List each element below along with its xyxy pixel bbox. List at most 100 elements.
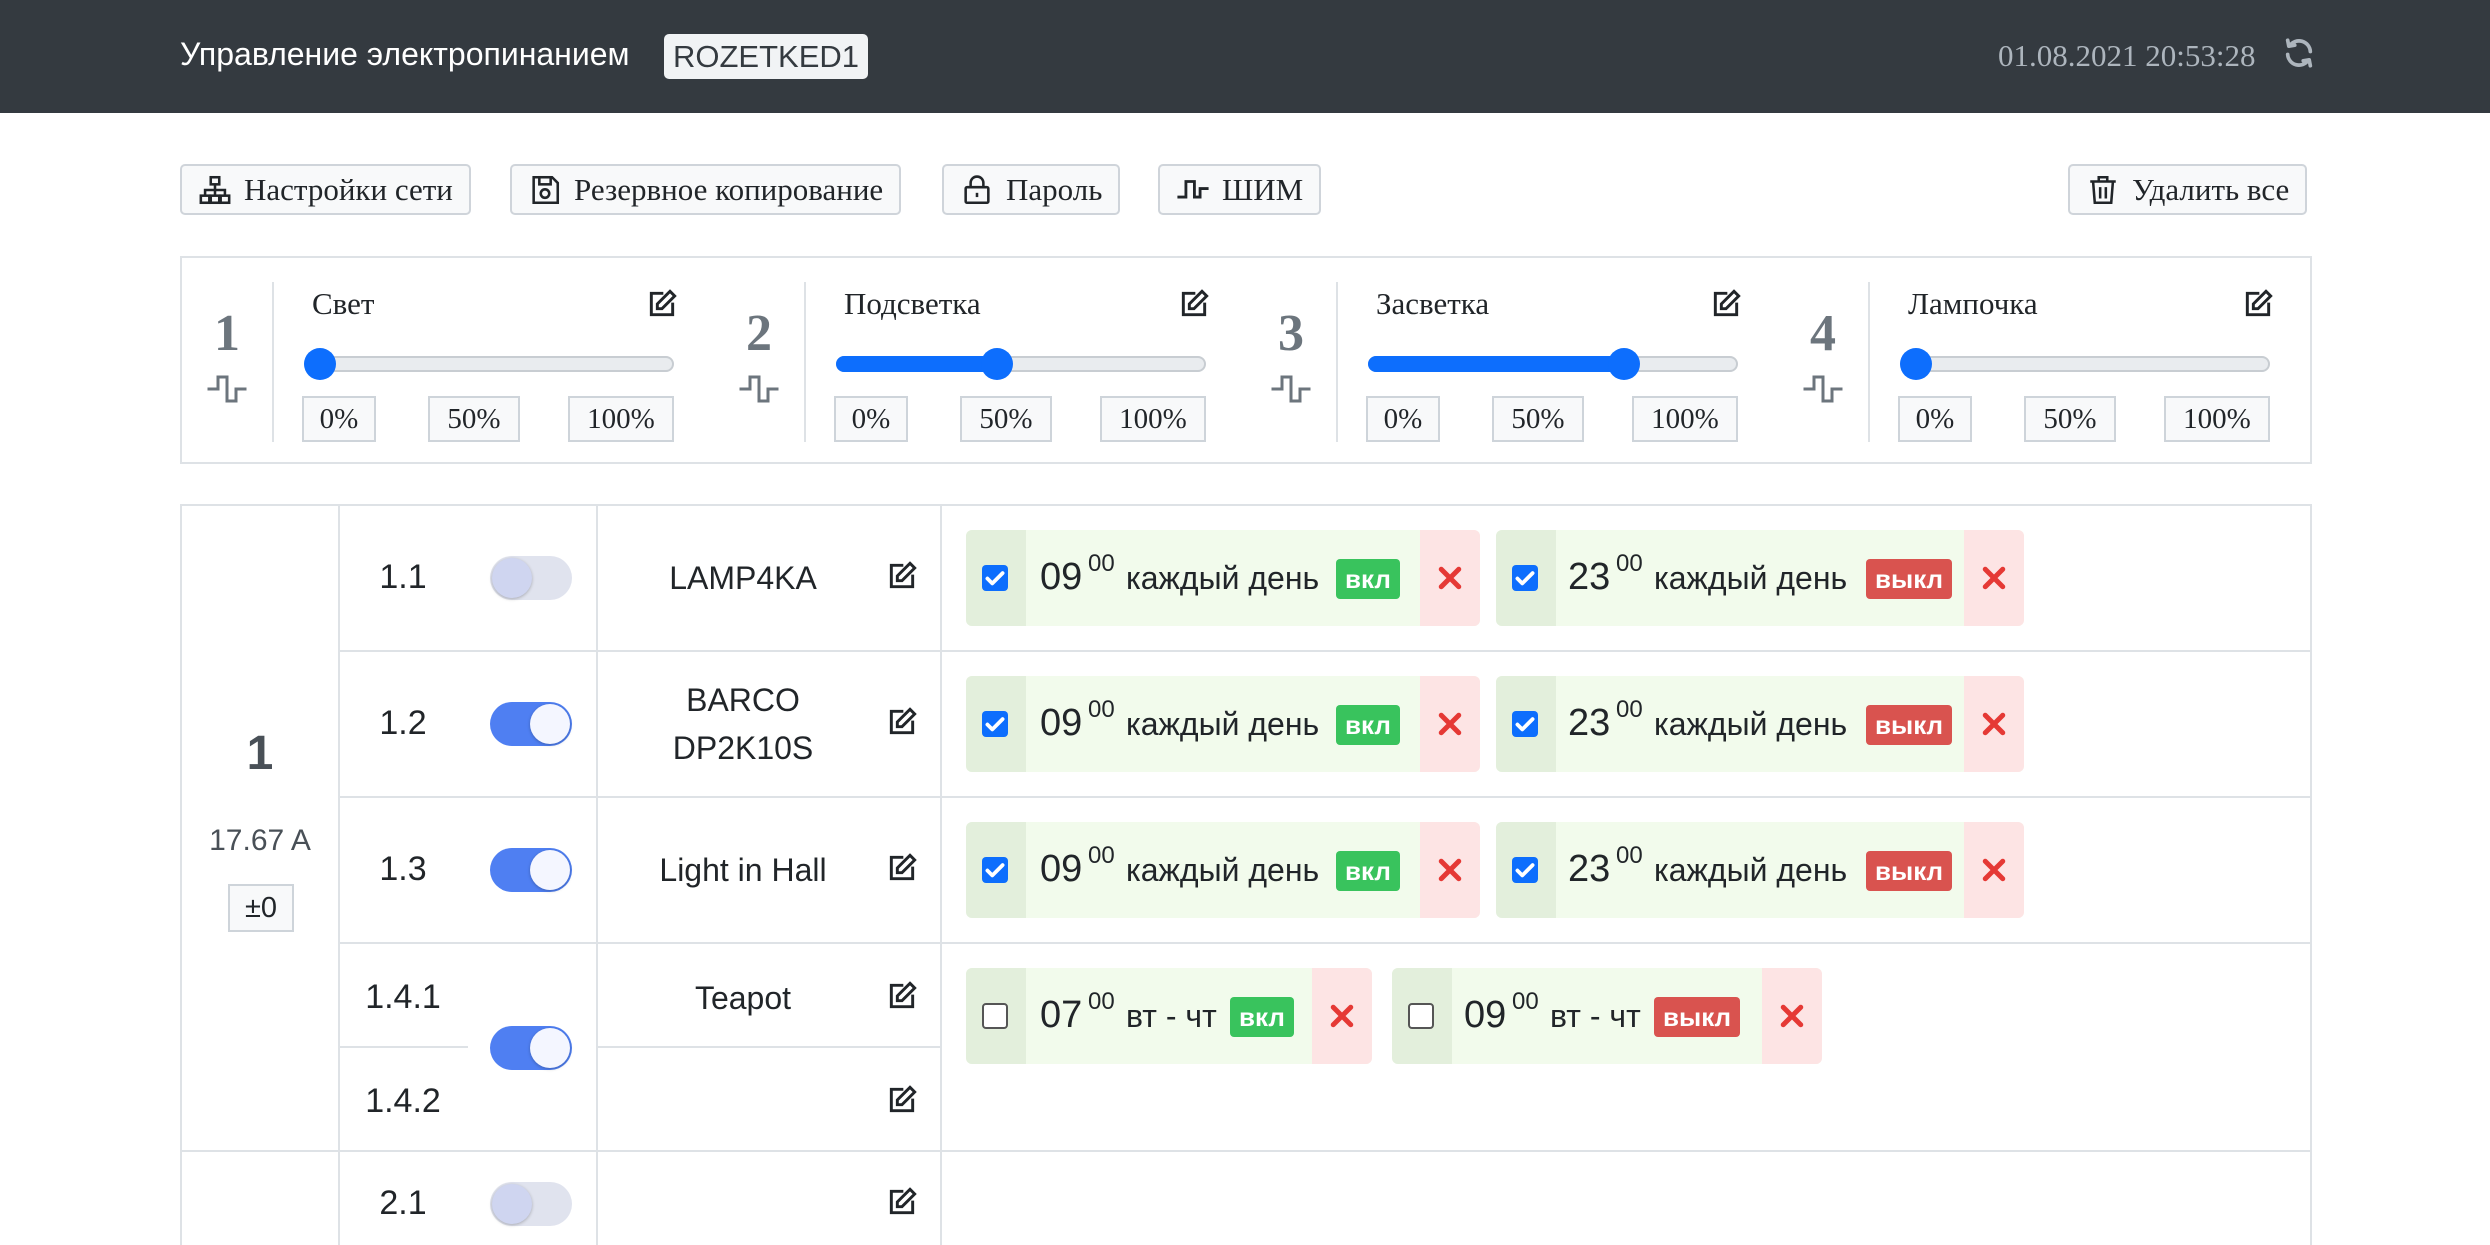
close-icon [1438, 858, 1462, 882]
preset-50-button[interactable]: 50% [1492, 396, 1584, 442]
schedule-enabled-checkbox[interactable] [982, 565, 1008, 591]
schedule-enabled-checkbox[interactable] [1512, 857, 1538, 883]
schedule-action-badge: выкл [1866, 705, 1953, 745]
schedule-enabled-checkbox[interactable] [982, 857, 1008, 883]
schedule-action-badge: вкл [1336, 705, 1400, 745]
edit-icon[interactable] [886, 1084, 918, 1116]
schedule-chip: 09 00 вт - чт выкл [1392, 968, 1822, 1064]
delete-schedule-button[interactable] [1964, 530, 2024, 626]
preset-50-button[interactable]: 50% [960, 396, 1052, 442]
pwm-channel: 2 Подсветка 0% 50% 100% [714, 258, 1247, 462]
slider-thumb[interactable] [304, 348, 336, 380]
pwm-button[interactable]: ШИМ [1158, 164, 1322, 215]
checkbox-cell [966, 822, 1026, 918]
row-divider [596, 1046, 940, 1048]
pwm-slider[interactable] [836, 344, 1206, 384]
preset-0-button[interactable]: 0% [302, 396, 376, 442]
checkbox-cell [966, 968, 1026, 1064]
pwm-slider[interactable] [1900, 344, 2270, 384]
preset-100-button[interactable]: 100% [1632, 396, 1738, 442]
preset-0-button[interactable]: 0% [834, 396, 908, 442]
edit-icon[interactable] [886, 980, 918, 1012]
outlet-id: 1.4.2 [365, 1082, 441, 1120]
pwm-slider[interactable] [1368, 344, 1738, 384]
edit-icon[interactable] [2242, 288, 2274, 320]
network-settings-button[interactable]: Настройки сети [180, 164, 471, 215]
pwm-wave-icon [1177, 179, 1209, 198]
device-name-badge: ROZETKED1 [664, 34, 869, 79]
password-button[interactable]: Пароль [942, 164, 1121, 215]
backup-button[interactable]: Резервное копирование [510, 164, 902, 215]
edit-icon[interactable] [886, 560, 918, 592]
schedule-enabled-checkbox[interactable] [982, 1003, 1008, 1029]
row-divider [338, 796, 2310, 798]
current-adjust-button[interactable]: ±0 [228, 884, 294, 932]
slider-track [304, 356, 674, 372]
edit-icon[interactable] [886, 706, 918, 738]
pwm-channel-number: 1 [214, 305, 240, 362]
edit-icon[interactable] [646, 288, 678, 320]
slider-thumb[interactable] [1607, 348, 1640, 380]
schedule-enabled-checkbox[interactable] [982, 711, 1008, 737]
schedule-enabled-checkbox[interactable] [1512, 565, 1538, 591]
slider-thumb[interactable] [1900, 348, 1932, 380]
close-icon [1780, 1004, 1804, 1028]
outlet-power-toggle[interactable] [490, 1182, 572, 1226]
slider-fill [1368, 356, 1624, 372]
schedule-repeat: каждый день [1126, 706, 1320, 742]
delete-schedule-button[interactable] [1762, 968, 1822, 1064]
schedule-minute: 00 [1616, 842, 1643, 869]
outlet-id: 1.3 [379, 850, 427, 888]
preset-50-button[interactable]: 50% [428, 396, 520, 442]
pwm-channel-label: Засветка [1376, 286, 1490, 321]
schedule-hour: 09 [1040, 556, 1083, 598]
delete-all-label: Удалить все [2132, 171, 2290, 207]
checkbox-cell [966, 676, 1026, 772]
check-icon [1515, 863, 1535, 878]
preset-50-button[interactable]: 50% [2024, 396, 2116, 442]
refresh-icon[interactable] [2282, 36, 2316, 70]
edit-icon[interactable] [1710, 288, 1742, 320]
edit-icon[interactable] [886, 1186, 918, 1218]
schedule-hour: 09 [1040, 848, 1083, 890]
schedule-action-badge: вкл [1336, 851, 1400, 891]
delete-schedule-button[interactable] [1964, 676, 2024, 772]
edit-icon[interactable] [1178, 288, 1210, 320]
pwm-channel: 3 Засветка 0% 50% 100% [1246, 258, 1779, 462]
preset-100-button[interactable]: 100% [568, 396, 674, 442]
password-label: Пароль [1006, 171, 1103, 207]
preset-100-button[interactable]: 100% [2164, 396, 2270, 442]
schedule-hour: 07 [1040, 994, 1083, 1036]
toggle-knob [530, 850, 570, 890]
outlet-power-toggle[interactable] [490, 556, 572, 600]
check-icon [1515, 571, 1535, 586]
pwm-wave-icon [207, 375, 247, 403]
delete-schedule-button[interactable] [1964, 822, 2024, 918]
divider [804, 282, 806, 442]
pwm-slider[interactable] [304, 344, 674, 384]
preset-0-button[interactable]: 0% [1366, 396, 1440, 442]
outlet-power-toggle[interactable] [490, 1026, 572, 1070]
preset-100-button[interactable]: 100% [1100, 396, 1206, 442]
edit-icon[interactable] [886, 852, 918, 884]
outlet-power-toggle[interactable] [490, 848, 572, 892]
delete-schedule-button[interactable] [1420, 530, 1480, 626]
datetime-display: 01.08.2021 20:53:28 [1998, 38, 2256, 73]
delete-schedule-button[interactable] [1312, 968, 1372, 1064]
outlet-power-toggle[interactable] [490, 702, 572, 746]
schedule-enabled-checkbox[interactable] [1408, 1003, 1434, 1029]
preset-0-button[interactable]: 0% [1898, 396, 1972, 442]
delete-schedule-button[interactable] [1420, 676, 1480, 772]
delete-schedule-button[interactable] [1420, 822, 1480, 918]
column-divider [940, 506, 942, 1245]
slider-fill [836, 356, 998, 372]
toggle-knob [530, 704, 570, 744]
schedule-hour: 09 [1040, 702, 1083, 744]
schedule-chip: 23 00 каждый день выкл [1496, 822, 2024, 918]
app-title: Управление электропинанием [180, 36, 630, 72]
schedule-hour: 23 [1568, 556, 1611, 598]
checkbox-cell [1392, 968, 1452, 1064]
delete-all-button[interactable]: Удалить все [2068, 164, 2308, 215]
schedule-enabled-checkbox[interactable] [1512, 711, 1538, 737]
slider-thumb[interactable] [981, 348, 1014, 380]
